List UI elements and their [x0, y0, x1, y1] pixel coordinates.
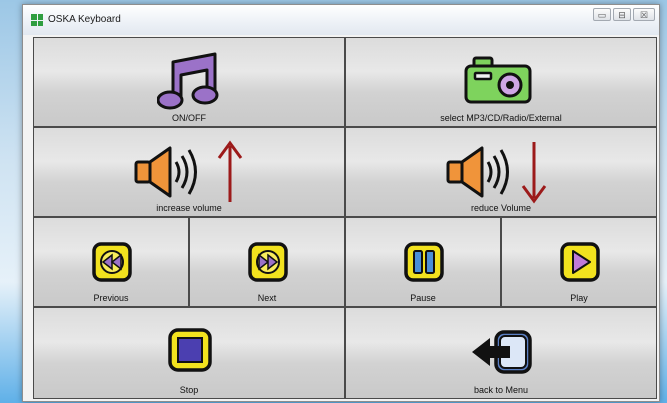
back-to-menu-button[interactable]: back to Menu: [345, 307, 657, 399]
app-logo-icon: [31, 14, 43, 26]
stop-label: Stop: [179, 385, 199, 395]
reduce-volume-label: reduce Volume: [470, 203, 532, 213]
on-off-button[interactable]: ON/OFF: [33, 37, 345, 127]
play-button[interactable]: Play: [501, 217, 657, 307]
window-title: OSKA Keyboard: [48, 14, 121, 25]
keyboard-grid: ON/OFF select MP3/CD/Radio/External incr…: [33, 37, 657, 399]
camera-icon: [464, 56, 532, 104]
on-off-label: ON/OFF: [172, 113, 206, 123]
minimize-button[interactable]: ▭: [593, 8, 611, 21]
pause-icon: [404, 242, 444, 282]
back-arrow-icon: [472, 330, 532, 374]
previous-button[interactable]: Previous: [33, 217, 189, 307]
maximize-button[interactable]: ⊟: [613, 8, 631, 21]
back-to-menu-label: back to Menu: [473, 385, 529, 395]
increase-volume-button[interactable]: increase volume: [33, 127, 345, 217]
next-label: Next: [257, 293, 277, 303]
stop-icon: [168, 328, 212, 372]
title-bar[interactable]: OSKA Keyboard ▭ ⊟ ☒: [23, 5, 659, 35]
speaker-up-arrow-icon: [134, 140, 243, 202]
stop-button[interactable]: Stop: [33, 307, 345, 399]
close-button[interactable]: ☒: [633, 8, 655, 21]
select-source-button[interactable]: select MP3/CD/Radio/External: [345, 37, 657, 127]
play-icon: [560, 242, 600, 282]
next-button[interactable]: Next: [189, 217, 345, 307]
window-controls: ▭ ⊟ ☒: [593, 8, 655, 21]
speaker-down-arrow-icon: [446, 142, 547, 204]
pause-button[interactable]: Pause: [345, 217, 501, 307]
pause-label: Pause: [410, 293, 436, 303]
play-label: Play: [570, 293, 588, 303]
previous-label: Previous: [93, 293, 129, 303]
select-source-label: select MP3/CD/Radio/External: [440, 113, 562, 123]
oska-keyboard-window: OSKA Keyboard ▭ ⊟ ☒ ON/OFF select MP3/CD…: [22, 4, 660, 402]
reduce-volume-button[interactable]: reduce Volume: [345, 127, 657, 217]
fast-forward-icon: [248, 242, 288, 282]
rewind-icon: [92, 242, 132, 282]
increase-volume-label: increase volume: [156, 203, 222, 213]
music-notes-icon: [157, 52, 219, 110]
